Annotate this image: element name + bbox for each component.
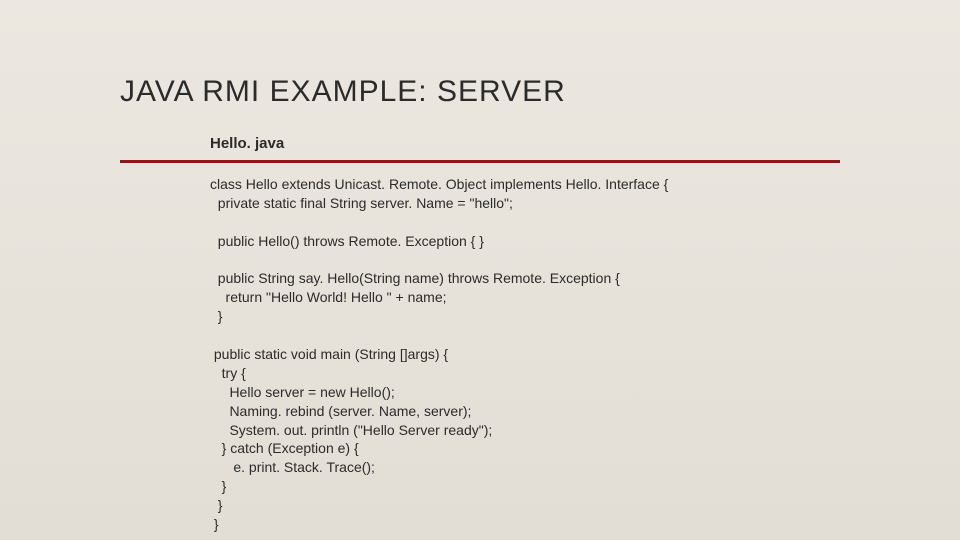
divider-line [120, 160, 840, 163]
slide-title: JAVA RMI EXAMPLE: SERVER [120, 75, 566, 109]
code-block: class Hello extends Unicast. Remote. Obj… [210, 175, 668, 534]
code-filename: Hello. java [210, 135, 284, 152]
slide: JAVA RMI EXAMPLE: SERVER Hello. java cla… [0, 0, 960, 540]
